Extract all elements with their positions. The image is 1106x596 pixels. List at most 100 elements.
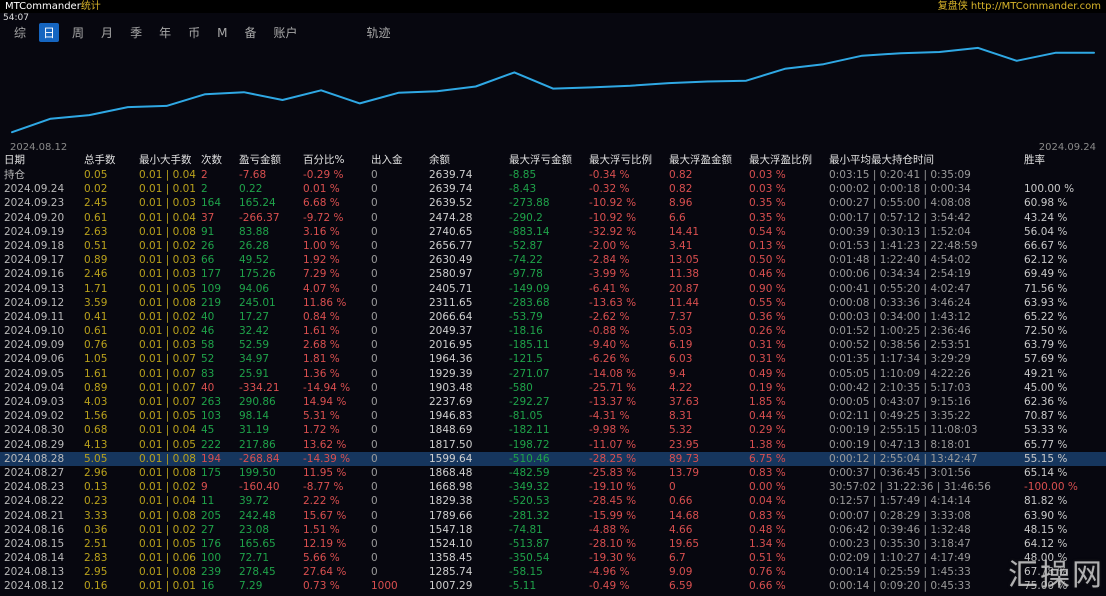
menu-item-账户[interactable]: 账户 <box>269 23 301 42</box>
column-header-profit[interactable]: 盈亏金额 <box>235 152 299 168</box>
cell-profit: 49.52 <box>239 254 270 267</box>
column-header-inout[interactable]: 出入金 <box>367 152 425 168</box>
cell-maxfp: 13.05 <box>669 254 700 267</box>
menu-item-备[interactable]: 备 <box>240 23 260 42</box>
cell-time: 0:00:27 | 0:55:00 | 4:08:08 <box>829 197 971 210</box>
cell-profit: 39.72 <box>239 495 270 508</box>
column-header-pct[interactable]: 百分比% <box>299 152 367 168</box>
cell-maxdd: -121.5 <box>509 353 543 366</box>
table-row[interactable]: 2024.09.11 0.41 0.01 | 0.02 40 17.27 0.84 % 0 2… <box>0 310 1106 324</box>
column-header-count[interactable]: 次数 <box>197 152 235 168</box>
menu-item-币[interactable]: 币 <box>184 23 204 42</box>
cell-maxfppct: 0.83 % <box>749 509 786 522</box>
cell-balance: 1903.48 <box>429 381 473 394</box>
cell-maxfp: 0.82 <box>669 183 693 196</box>
cell-lots: 0.16 <box>84 580 108 593</box>
cell-winrate: 63.79 % <box>1024 339 1068 352</box>
menu-item-年[interactable]: 年 <box>155 23 175 42</box>
table-row[interactable]: 2024.08.14 2.83 0.01 | 0.06 100 72.71 5.66 % 0… <box>0 551 1106 565</box>
menu-item-日[interactable]: 日 <box>39 23 60 42</box>
cell-maxdd: -97.78 <box>509 268 543 281</box>
menu-item-月[interactable]: 月 <box>97 23 117 42</box>
cell-maxfp: 11.44 <box>669 296 700 309</box>
cell-maxddpct: -28.45 % <box>589 495 637 508</box>
table-row[interactable]: 2024.08.22 0.23 0.01 | 0.04 11 39.72 2.22 % 0 1… <box>0 494 1106 508</box>
table-row[interactable]: 2024.09.06 1.05 0.01 | 0.07 52 34.97 1.81 % 0 1… <box>0 352 1106 366</box>
column-header-lots[interactable]: 总手数 <box>80 152 135 168</box>
cell-maxfppct: 0.29 % <box>749 424 786 437</box>
column-header-date[interactable]: 日期 <box>0 152 80 168</box>
menu-item-M[interactable]: M <box>213 25 231 41</box>
brand-link[interactable]: 复盘侠 http://MTCommander.com <box>938 0 1101 13</box>
table-row[interactable]: 2024.08.23 0.13 0.01 | 0.02 9 -160.40 -8.77 %… <box>0 480 1106 494</box>
cell-lots: 4.13 <box>84 438 108 451</box>
table-row[interactable]: 2024.08.21 3.33 0.01 | 0.08 205 242.48 15.67 … <box>0 509 1106 523</box>
column-header-maxddpct[interactable]: 最大浮亏比例 <box>585 152 665 168</box>
column-header-winrate[interactable]: 胜率 <box>1020 152 1106 168</box>
table-row[interactable]: 2024.09.10 0.61 0.01 | 0.02 46 32.42 1.61 % 0 2… <box>0 324 1106 338</box>
table-row[interactable]: 2024.08.27 2.96 0.01 | 0.08 175 199.50 11.95 … <box>0 466 1106 480</box>
table-row[interactable]: 2024.09.18 0.51 0.01 | 0.02 26 26.28 1.00 % 0 2… <box>0 239 1106 253</box>
cell-time: 0:00:41 | 0:55:20 | 4:02:47 <box>829 282 971 295</box>
cell-date: 2024.09.03 <box>4 396 65 408</box>
cell-count: 194 <box>201 452 222 465</box>
table-row[interactable]: 2024.09.05 1.61 0.01 | 0.07 83 25.91 1.36 % 0 1… <box>0 367 1106 381</box>
cell-maxdd: -510.46 <box>509 452 550 465</box>
cell-maxddpct: -2.00 % <box>589 239 630 252</box>
table-row[interactable]: 2024.09.02 1.56 0.01 | 0.05 103 98.14 5.31 % 0… <box>0 409 1106 423</box>
cell-inout: 0 <box>371 509 378 522</box>
cell-profit: -7.68 <box>239 169 267 181</box>
cell-minmax: 0.01 | 0.08 <box>139 225 196 238</box>
table-row[interactable]: 2024.09.23 2.45 0.01 | 0.03 164 165.24 6.68 %… <box>0 196 1106 210</box>
table-row[interactable]: 2024.08.30 0.68 0.01 | 0.04 45 31.19 1.72 % 0 1… <box>0 423 1106 437</box>
column-header-time[interactable]: 最小平均最大持仓时间 <box>825 152 1020 168</box>
table-row[interactable]: 2024.08.29 4.13 0.01 | 0.05 222 217.86 13.62 … <box>0 438 1106 452</box>
table-row[interactable]: 2024.09.04 0.89 0.01 | 0.07 40 -334.21 -14.94… <box>0 381 1106 395</box>
table-row[interactable]: 2024.09.16 2.46 0.01 | 0.03 177 175.26 7.29 %… <box>0 267 1106 281</box>
table-row[interactable]: 2024.09.19 2.63 0.01 | 0.08 91 83.88 3.16 % 0 2… <box>0 225 1106 239</box>
menu-item-轨迹[interactable]: 轨迹 <box>363 23 395 42</box>
table-row[interactable]: 2024.08.28 5.05 0.01 | 0.08 194 -268.84 -14.3… <box>0 451 1106 466</box>
cell-maxfppct: 0.49 % <box>749 367 786 380</box>
cell-minmax: 0.01 | 0.02 <box>139 523 196 536</box>
cell-pct: 12.19 % <box>303 537 347 550</box>
cell-profit: 94.06 <box>239 282 270 295</box>
cell-winrate: 72.50 % <box>1024 325 1068 338</box>
column-header-minmax[interactable]: 最小大手数 <box>135 152 197 168</box>
table-row[interactable]: 2024.08.16 0.36 0.01 | 0.02 27 23.08 1.51 % 0 1… <box>0 523 1106 537</box>
cell-maxfppct: 0.90 % <box>749 282 786 295</box>
cell-inout: 0 <box>371 296 378 309</box>
table-row[interactable]: 2024.09.09 0.76 0.01 | 0.03 58 52.59 2.68 % 0 2… <box>0 338 1106 352</box>
table-row[interactable]: 2024.09.17 0.89 0.01 | 0.03 66 49.52 1.92 % 0 2… <box>0 253 1106 267</box>
cell-minmax: 0.01 | 0.05 <box>139 438 196 451</box>
column-header-maxfp[interactable]: 最大浮盈金额 <box>665 152 745 168</box>
cell-date: 2024.09.16 <box>4 268 65 281</box>
cell-winrate: 71.56 % <box>1024 282 1068 295</box>
cell-count: 2 <box>201 169 208 181</box>
menu-item-季[interactable]: 季 <box>126 23 146 42</box>
cell-inout: 0 <box>371 310 378 323</box>
cell-lots: 2.51 <box>84 537 108 550</box>
cell-maxdd: -74.81 <box>509 523 543 536</box>
cell-maxfppct: 0.36 % <box>749 310 786 323</box>
cell-winrate: 62.36 % <box>1024 396 1068 408</box>
table-row[interactable]: 2024.09.24 0.02 0.01 | 0.01 2 0.22 0.01 % 0 263… <box>0 182 1106 196</box>
table-row[interactable]: 2024.09.20 0.61 0.01 | 0.04 37 -266.37 -9.72 … <box>0 211 1106 225</box>
table-row[interactable]: 2024.08.12 0.16 0.01 | 0.01 16 7.29 0.73 % 100… <box>0 579 1106 593</box>
table-row[interactable]: 2024.09.03 4.03 0.01 | 0.07 263 290.86 14.94 … <box>0 395 1106 409</box>
cell-maxdd: -520.53 <box>509 495 550 508</box>
table-row[interactable]: 2024.08.13 2.95 0.01 | 0.08 239 278.45 27.64 … <box>0 565 1106 579</box>
cell-maxfp: 6.03 <box>669 353 693 366</box>
menu-item-周[interactable]: 周 <box>68 23 88 42</box>
cell-balance: 1358.45 <box>429 552 473 565</box>
table-row[interactable]: 2024.09.12 3.59 0.01 | 0.08 219 245.01 11.86 … <box>0 296 1106 310</box>
table-row[interactable]: 2024.09.13 1.71 0.01 | 0.05 109 94.06 4.07 % 0… <box>0 282 1106 296</box>
column-header-maxdd[interactable]: 最大浮亏金额 <box>505 152 585 168</box>
menu-item-综[interactable]: 综 <box>10 23 30 42</box>
column-header-maxfppct[interactable]: 最大浮盈比例 <box>745 152 825 168</box>
column-header-balance[interactable]: 余额 <box>425 152 505 168</box>
cell-balance: 1668.98 <box>429 481 473 494</box>
table-row[interactable]: 持仓 0.05 0.01 | 0.04 2 -7.68 -0.29 % 0 2639.74 -8… <box>0 168 1106 182</box>
cell-lots: 0.68 <box>84 424 108 437</box>
table-row[interactable]: 2024.08.15 2.51 0.01 | 0.05 176 165.65 12.19 … <box>0 537 1106 551</box>
